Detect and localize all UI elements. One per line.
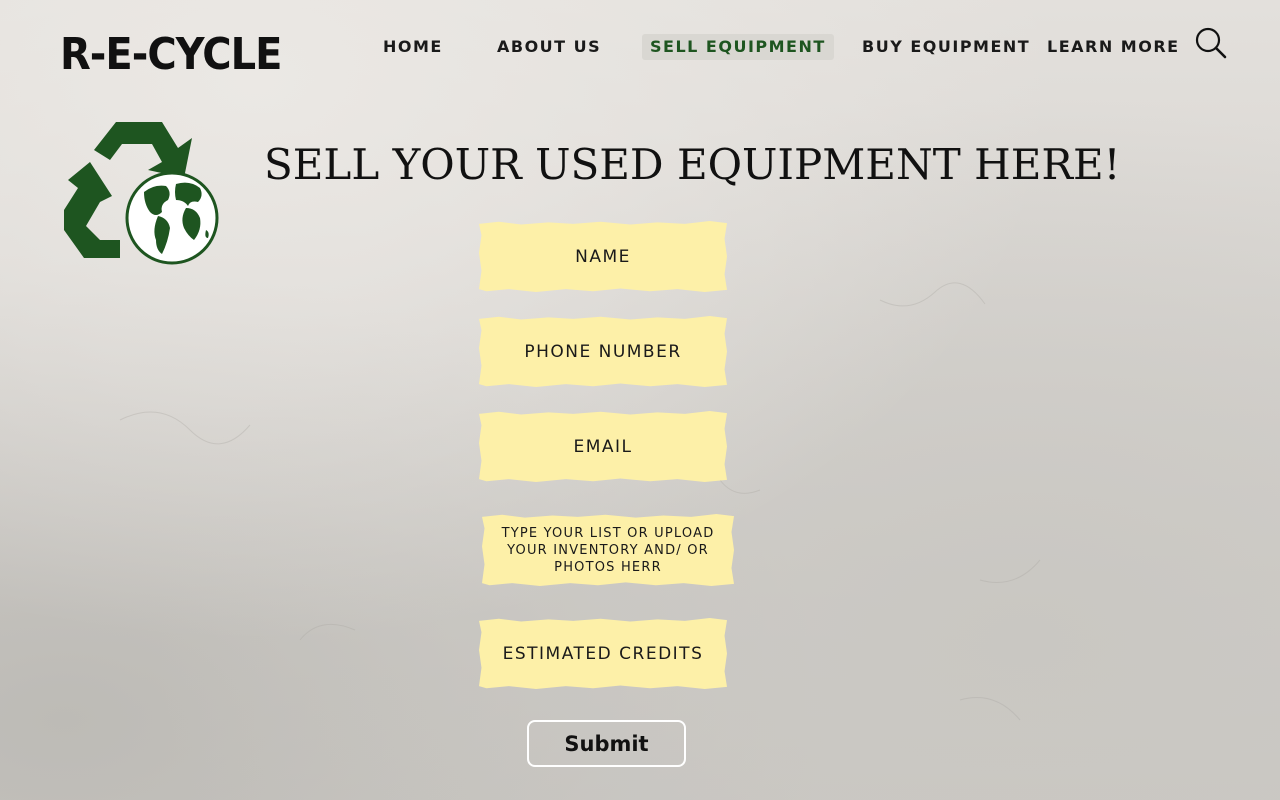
nav-about-us[interactable]: ABOUT US: [497, 34, 601, 60]
phone-number-field[interactable]: PHONE NUMBER: [479, 316, 727, 387]
nav-learn-more[interactable]: LEARN MORE: [1047, 34, 1180, 60]
estimated-credits-field[interactable]: ESTIMATED CREDITS: [479, 618, 727, 689]
name-field[interactable]: NAME: [479, 221, 727, 292]
main-nav: HOME ABOUT US SELL EQUIPMENT BUY EQUIPME…: [0, 34, 1280, 62]
nav-sell-equipment[interactable]: SELL EQUIPMENT: [642, 34, 834, 60]
nav-home[interactable]: HOME: [383, 34, 443, 60]
search-icon: [1195, 27, 1227, 59]
nav-buy-equipment[interactable]: BUY EQUIPMENT: [862, 34, 1030, 60]
recycle-globe-icon: [64, 122, 219, 265]
submit-button[interactable]: Submit: [527, 720, 686, 767]
inventory-upload-field[interactable]: TYPE YOUR LIST OR UPLOAD YOUR INVENTORY …: [482, 514, 734, 586]
search-button[interactable]: [1194, 26, 1228, 60]
email-field[interactable]: EMAIL: [479, 411, 727, 482]
page-title: SELL YOUR USED EQUIPMENT HERE!: [264, 140, 1121, 189]
